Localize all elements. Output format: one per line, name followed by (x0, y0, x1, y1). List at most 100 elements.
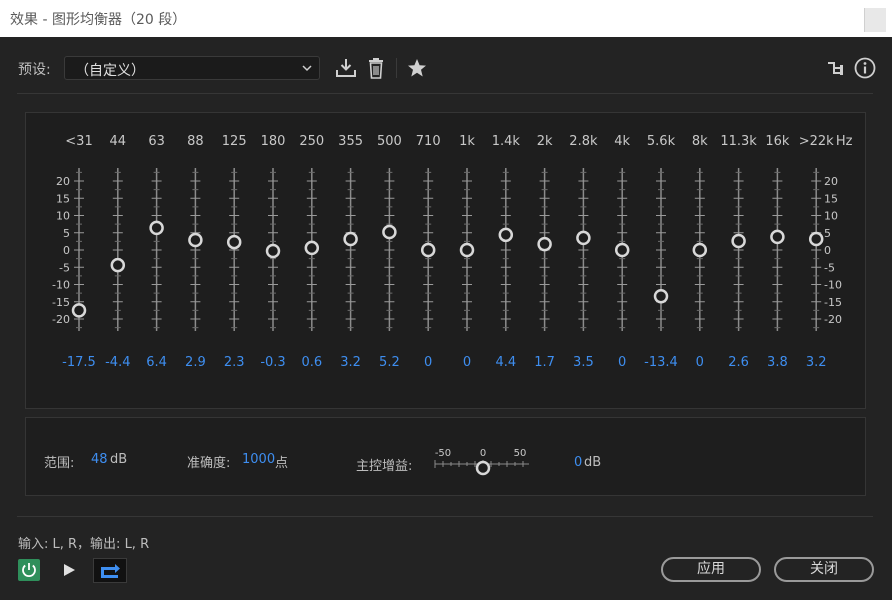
band-freq-label: 125 (222, 134, 247, 149)
band-knob[interactable] (576, 230, 591, 246)
scale-tick-label-left: 0 (63, 244, 70, 257)
band-knob[interactable] (149, 220, 164, 236)
band-freq-label: 11.3k (720, 134, 757, 149)
info-icon (854, 57, 876, 79)
band-gain-value: 2.6 (728, 355, 749, 370)
band-freq-label: 710 (416, 134, 441, 149)
band-knob[interactable] (731, 233, 746, 249)
delete-preset-icon (369, 58, 383, 79)
scale-tick-label-left: 5 (63, 227, 70, 240)
scale-tick-label-right: 20 (824, 175, 838, 188)
band-gain-value: 3.2 (340, 355, 361, 370)
preset-dropdown[interactable]: （自定义） (64, 56, 320, 80)
band-gain-value: 2.3 (224, 355, 245, 370)
apply-button[interactable]: 应用 (661, 557, 761, 582)
scale-tick-label-left: -15 (52, 296, 70, 309)
save-preset-button[interactable] (334, 56, 358, 80)
loop-icon (101, 564, 120, 578)
scale-tick-label-right: 10 (824, 210, 838, 223)
band-freq-label: 500 (377, 134, 402, 149)
scale-tick-label-left: -10 (52, 279, 70, 292)
band-freq-label: 180 (261, 134, 286, 149)
band-knob[interactable] (343, 231, 358, 247)
band-gain-value: -0.3 (260, 355, 285, 370)
band-knob[interactable] (653, 288, 669, 304)
accuracy-unit: 点 (275, 456, 289, 471)
favorite-button[interactable] (405, 56, 429, 80)
scale-tick-label-left: 10 (56, 210, 70, 223)
close-window-button[interactable] (864, 8, 886, 32)
band-gain-value: 0 (618, 355, 626, 370)
close-button[interactable]: 关闭 (774, 557, 874, 582)
favorite-star-icon (408, 59, 426, 77)
band-knob[interactable] (188, 232, 203, 248)
play-icon (64, 564, 75, 576)
band-knob[interactable] (265, 243, 281, 259)
band-freq-label: 5.6k (647, 134, 676, 149)
accuracy-label: 准确度: (187, 456, 231, 471)
chevron-down-icon (302, 65, 312, 72)
scale-tick-label-right: -20 (824, 313, 842, 326)
routing-button[interactable] (824, 56, 848, 80)
info-button[interactable] (853, 56, 877, 80)
band-knob[interactable] (537, 236, 552, 252)
band-knob[interactable] (71, 303, 87, 318)
band-gain-value: 3.5 (573, 355, 594, 370)
band-freq-label: 4k (614, 134, 630, 149)
band-gain-value: 6.4 (146, 355, 167, 370)
accuracy-value[interactable]: 1000 (242, 452, 275, 467)
master-gain-tick-label: 0 (480, 448, 486, 459)
band-gain-value: 0.6 (301, 355, 322, 370)
band-gain-value: 3.2 (806, 355, 827, 370)
band-gain-value: 0 (463, 355, 471, 370)
band-freq-label: 44 (110, 134, 127, 149)
power-toggle-button[interactable] (18, 559, 40, 581)
band-freq-label: 8k (692, 134, 708, 149)
scale-tick-label-right: -15 (824, 296, 842, 309)
toolbar-divider (396, 58, 397, 78)
band-knob[interactable] (110, 257, 126, 273)
band-knob[interactable] (304, 240, 320, 256)
band-freq-label: 1.4k (492, 134, 521, 149)
scale-tick-label-right: 15 (824, 192, 838, 205)
band-gain-value: 0 (696, 355, 704, 370)
save-preset-icon (336, 59, 356, 77)
band-freq-label: <31 (65, 134, 92, 149)
delete-preset-button[interactable] (364, 56, 388, 80)
play-button[interactable] (60, 561, 78, 579)
range-label: 范围: (44, 456, 75, 471)
scale-tick-label-right: -10 (824, 279, 842, 292)
band-knob[interactable] (420, 242, 436, 258)
band-gain-value: 3.8 (767, 355, 788, 370)
band-freq-label: >22k (799, 134, 834, 149)
eq-panel: 20 20 15 15 10 10 5 5 0 0 -5 -5 -10 -10 -15 -15 -20 -20 <3… (25, 112, 866, 409)
band-knob[interactable] (692, 242, 708, 258)
title-bar: 效果 - 图形均衡器（20 段） (0, 0, 892, 37)
band-freq-label: 88 (187, 134, 204, 149)
range-value[interactable]: 48 (91, 452, 108, 467)
band-freq-label: 63 (148, 134, 165, 149)
settings-panel: 范围: 48 dB 准确度: 1000 点 主控增益: -50 0 50 0 d… (25, 417, 866, 496)
scale-tick-label-left: 15 (56, 192, 70, 205)
master-gain-knob (475, 460, 491, 476)
band-knob[interactable] (459, 242, 475, 258)
band-knob[interactable] (770, 229, 785, 245)
scale-tick-label-right: -5 (824, 261, 835, 274)
band-knob[interactable] (382, 224, 397, 240)
band-gain-value: 1.7 (534, 355, 555, 370)
master-gain-value[interactable]: 0 (574, 455, 582, 470)
scale-tick-label-right: 5 (824, 227, 831, 240)
band-freq-label: 355 (338, 134, 363, 149)
loop-toggle-button[interactable] (93, 558, 127, 583)
band-freq-label: 16k (765, 134, 790, 149)
band-gain-value: 2.9 (185, 355, 206, 370)
band-knob[interactable] (614, 242, 630, 258)
scale-tick-label-left: 20 (56, 175, 70, 188)
window-title: 效果 - 图形均衡器（20 段） (10, 12, 187, 28)
band-knob[interactable] (226, 234, 242, 250)
band-knob[interactable] (808, 231, 824, 247)
master-gain-slider[interactable]: -50 0 50 (431, 446, 541, 480)
scale-tick-label-left: -5 (59, 261, 70, 274)
band-knob[interactable] (498, 227, 514, 243)
band-gain-value: 4.4 (495, 355, 516, 370)
